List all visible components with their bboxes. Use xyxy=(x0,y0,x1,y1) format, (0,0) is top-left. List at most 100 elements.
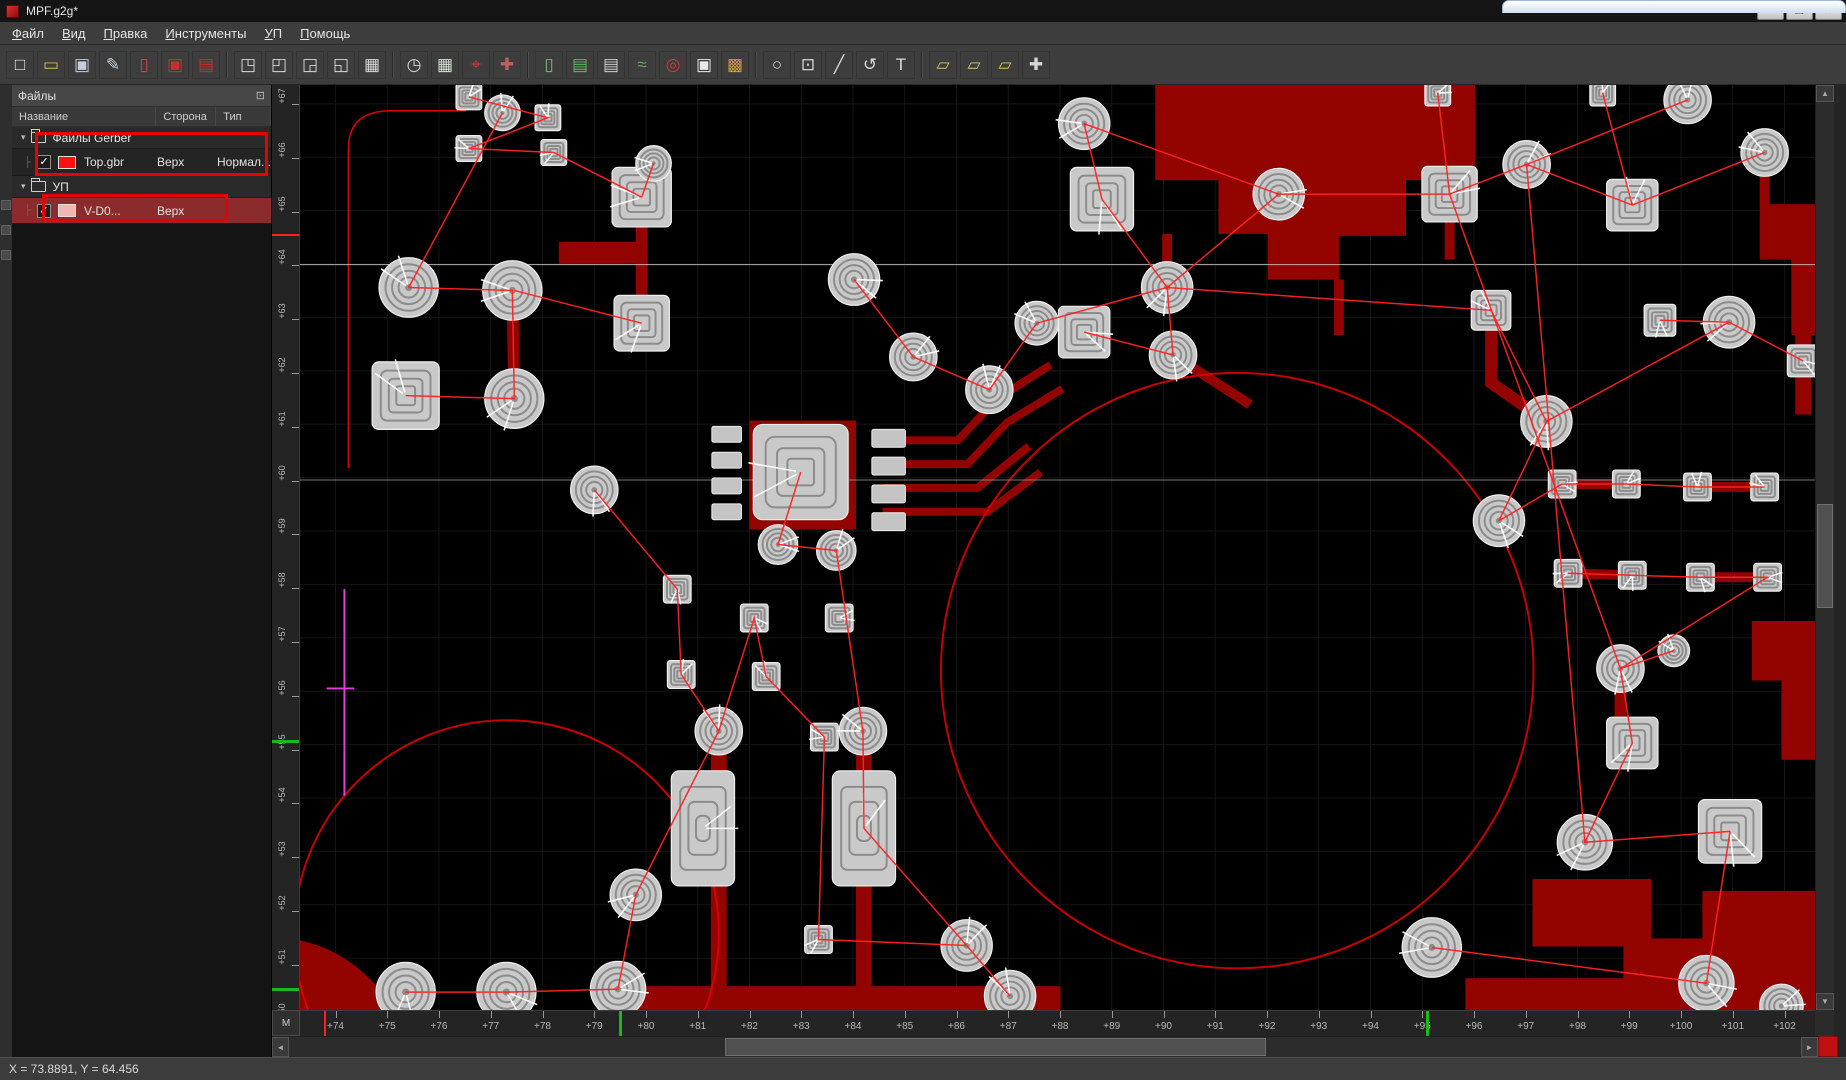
round-pad[interactable] xyxy=(1055,97,1111,151)
panel-dock-icon[interactable]: ⊡ xyxy=(256,89,265,102)
drill-path[interactable] xyxy=(1525,164,1586,843)
round-pad[interactable] xyxy=(1472,494,1526,549)
pcb-view[interactable] xyxy=(293,73,1821,1080)
cut-object-icon[interactable]: ▱ xyxy=(960,50,988,79)
round-pad[interactable] xyxy=(1663,73,1712,125)
round-pad[interactable] xyxy=(827,253,883,306)
export-gerber-icon[interactable]: ▤ xyxy=(192,50,220,79)
round-pad[interactable] xyxy=(484,92,521,132)
smd-pad[interactable] xyxy=(711,477,742,495)
scroll-right-button[interactable]: ► xyxy=(1801,1037,1818,1057)
drill-path[interactable] xyxy=(853,279,1038,391)
copper-pour[interactable] xyxy=(1751,620,1815,760)
round-pad[interactable] xyxy=(1657,633,1691,668)
column-header-1[interactable]: Сторона xyxy=(156,107,217,126)
menu-item-file[interactable]: Файл xyxy=(3,23,53,44)
square-pad[interactable] xyxy=(613,294,670,353)
pad-array-icon[interactable]: ▣ xyxy=(690,50,718,79)
ruler-h-tick xyxy=(1008,1011,1010,1018)
document-icon[interactable]: ▤ xyxy=(597,50,625,79)
smd-pad[interactable] xyxy=(711,451,742,469)
smd-pad[interactable] xyxy=(871,512,906,532)
circle-tool-icon[interactable]: ○ xyxy=(763,50,791,79)
circle-pad-tool-icon[interactable]: ◎ xyxy=(659,50,687,79)
film-frames-icon[interactable]: ▦ xyxy=(358,50,386,79)
close-file-icon[interactable]: ▯ xyxy=(130,50,158,79)
round-pad[interactable] xyxy=(1398,917,1463,978)
menu-item-edit[interactable]: Правка xyxy=(95,23,157,44)
arc-tool-icon[interactable]: ↺ xyxy=(856,50,884,79)
paste-layer-icon[interactable]: ▯ xyxy=(535,50,563,79)
dock-strip-button-1[interactable] xyxy=(1,225,11,235)
expand-arrow-icon[interactable]: ▾ xyxy=(21,181,26,192)
menu-item-tools[interactable]: Инструменты xyxy=(156,23,255,44)
polyline-tool-icon[interactable]: ≈ xyxy=(628,50,656,79)
parameters-table-icon[interactable]: ▦ xyxy=(431,50,459,79)
rect-pad[interactable] xyxy=(670,770,739,887)
menu-item-up[interactable]: УП xyxy=(255,23,291,44)
transform-object-icon[interactable]: ✚ xyxy=(1022,50,1050,79)
dock-strip-button-0[interactable] xyxy=(1,200,11,210)
paste-object-icon[interactable]: ▱ xyxy=(991,50,1019,79)
aperture-grid-icon[interactable]: ▩ xyxy=(721,50,749,79)
horizontal-ruler[interactable]: +74 +75 +76 +77 +78 +79 +80 +81 +82 +83 +84 +85 +86 +… xyxy=(300,1010,1815,1036)
smd-pad[interactable] xyxy=(871,456,906,476)
round-pad[interactable] xyxy=(983,967,1037,1023)
column-header-2[interactable]: Тип xyxy=(216,107,271,126)
ruler-units-box[interactable]: M xyxy=(272,1010,300,1036)
files-panel-header[interactable]: Файлы ⊡ xyxy=(12,85,271,106)
expand-arrow-icon[interactable]: ▾ xyxy=(21,132,26,143)
menu-item-view[interactable]: Вид xyxy=(53,23,95,44)
save-as-icon[interactable]: ✎ xyxy=(99,50,127,79)
line-tool-icon[interactable]: ╱ xyxy=(825,50,853,79)
target-tool-icon[interactable]: ⌖ xyxy=(462,50,490,79)
drill-tool-icon[interactable]: ✚ xyxy=(493,50,521,79)
horizontal-scrollbar[interactable]: ◄ ► xyxy=(272,1036,1818,1057)
scroll-left-button[interactable]: ◄ xyxy=(272,1037,289,1057)
square-pad[interactable] xyxy=(1786,344,1821,378)
round-pad[interactable] xyxy=(589,960,649,1018)
copper-pour[interactable] xyxy=(1532,878,1652,947)
copy-object-icon[interactable]: ▱ xyxy=(929,50,957,79)
import-gerber-icon[interactable]: ▣ xyxy=(161,50,189,79)
dock-strip-button-2[interactable] xyxy=(1,250,11,260)
zoom-selection-icon[interactable]: ◲ xyxy=(296,50,324,79)
new-file-icon[interactable]: □ xyxy=(6,50,34,79)
pan-view-icon[interactable]: ◱ xyxy=(327,50,355,79)
vertical-scrollbar[interactable]: ▲ ▼ xyxy=(1815,85,1834,1010)
zoom-window-icon[interactable]: ◳ xyxy=(234,50,262,79)
menu-item-help[interactable]: Помощь xyxy=(291,23,359,44)
run-program-icon[interactable]: ◷ xyxy=(400,50,428,79)
drill-path[interactable] xyxy=(1546,321,1730,423)
vertical-ruler[interactable]: +67+66+65+64+63+62+61+60+59+58+57+56+55+… xyxy=(272,85,300,1010)
round-pad[interactable] xyxy=(607,868,663,922)
vertical-scroll-thumb[interactable] xyxy=(1817,504,1833,608)
round-pad[interactable] xyxy=(1148,330,1198,382)
smd-pad[interactable] xyxy=(871,484,906,504)
round-pad[interactable] xyxy=(375,961,436,1025)
drill-path[interactable] xyxy=(863,827,968,946)
board-circle[interactable] xyxy=(939,371,1535,970)
zoom-extents-icon[interactable]: ◰ xyxy=(265,50,293,79)
text-tool-icon[interactable]: T xyxy=(887,50,915,79)
scroll-up-button[interactable]: ▲ xyxy=(1816,85,1834,102)
square-pad[interactable] xyxy=(824,603,855,633)
save-file-icon[interactable]: ▣ xyxy=(68,50,96,79)
report-icon[interactable]: ▤ xyxy=(566,50,594,79)
center-mark-tool-icon[interactable]: ⊡ xyxy=(794,50,822,79)
round-pad[interactable] xyxy=(476,961,538,1023)
pcb-canvas[interactable] xyxy=(293,73,1821,1080)
column-header-0[interactable]: Название xyxy=(12,107,157,126)
open-file-icon[interactable]: ▭ xyxy=(37,50,65,79)
smd-pad[interactable] xyxy=(871,428,906,448)
round-pad[interactable] xyxy=(836,706,888,756)
smd-pad[interactable] xyxy=(711,425,742,443)
copper-pour[interactable] xyxy=(1759,204,1815,336)
scroll-corner-button[interactable] xyxy=(1818,1036,1838,1057)
square-pad[interactable] xyxy=(371,359,440,430)
horizontal-scroll-thumb[interactable] xyxy=(725,1038,1266,1056)
smd-pad[interactable] xyxy=(711,503,742,521)
square-pad[interactable] xyxy=(1069,166,1135,235)
square-pad[interactable] xyxy=(748,423,849,521)
scroll-down-button[interactable]: ▼ xyxy=(1816,993,1834,1010)
